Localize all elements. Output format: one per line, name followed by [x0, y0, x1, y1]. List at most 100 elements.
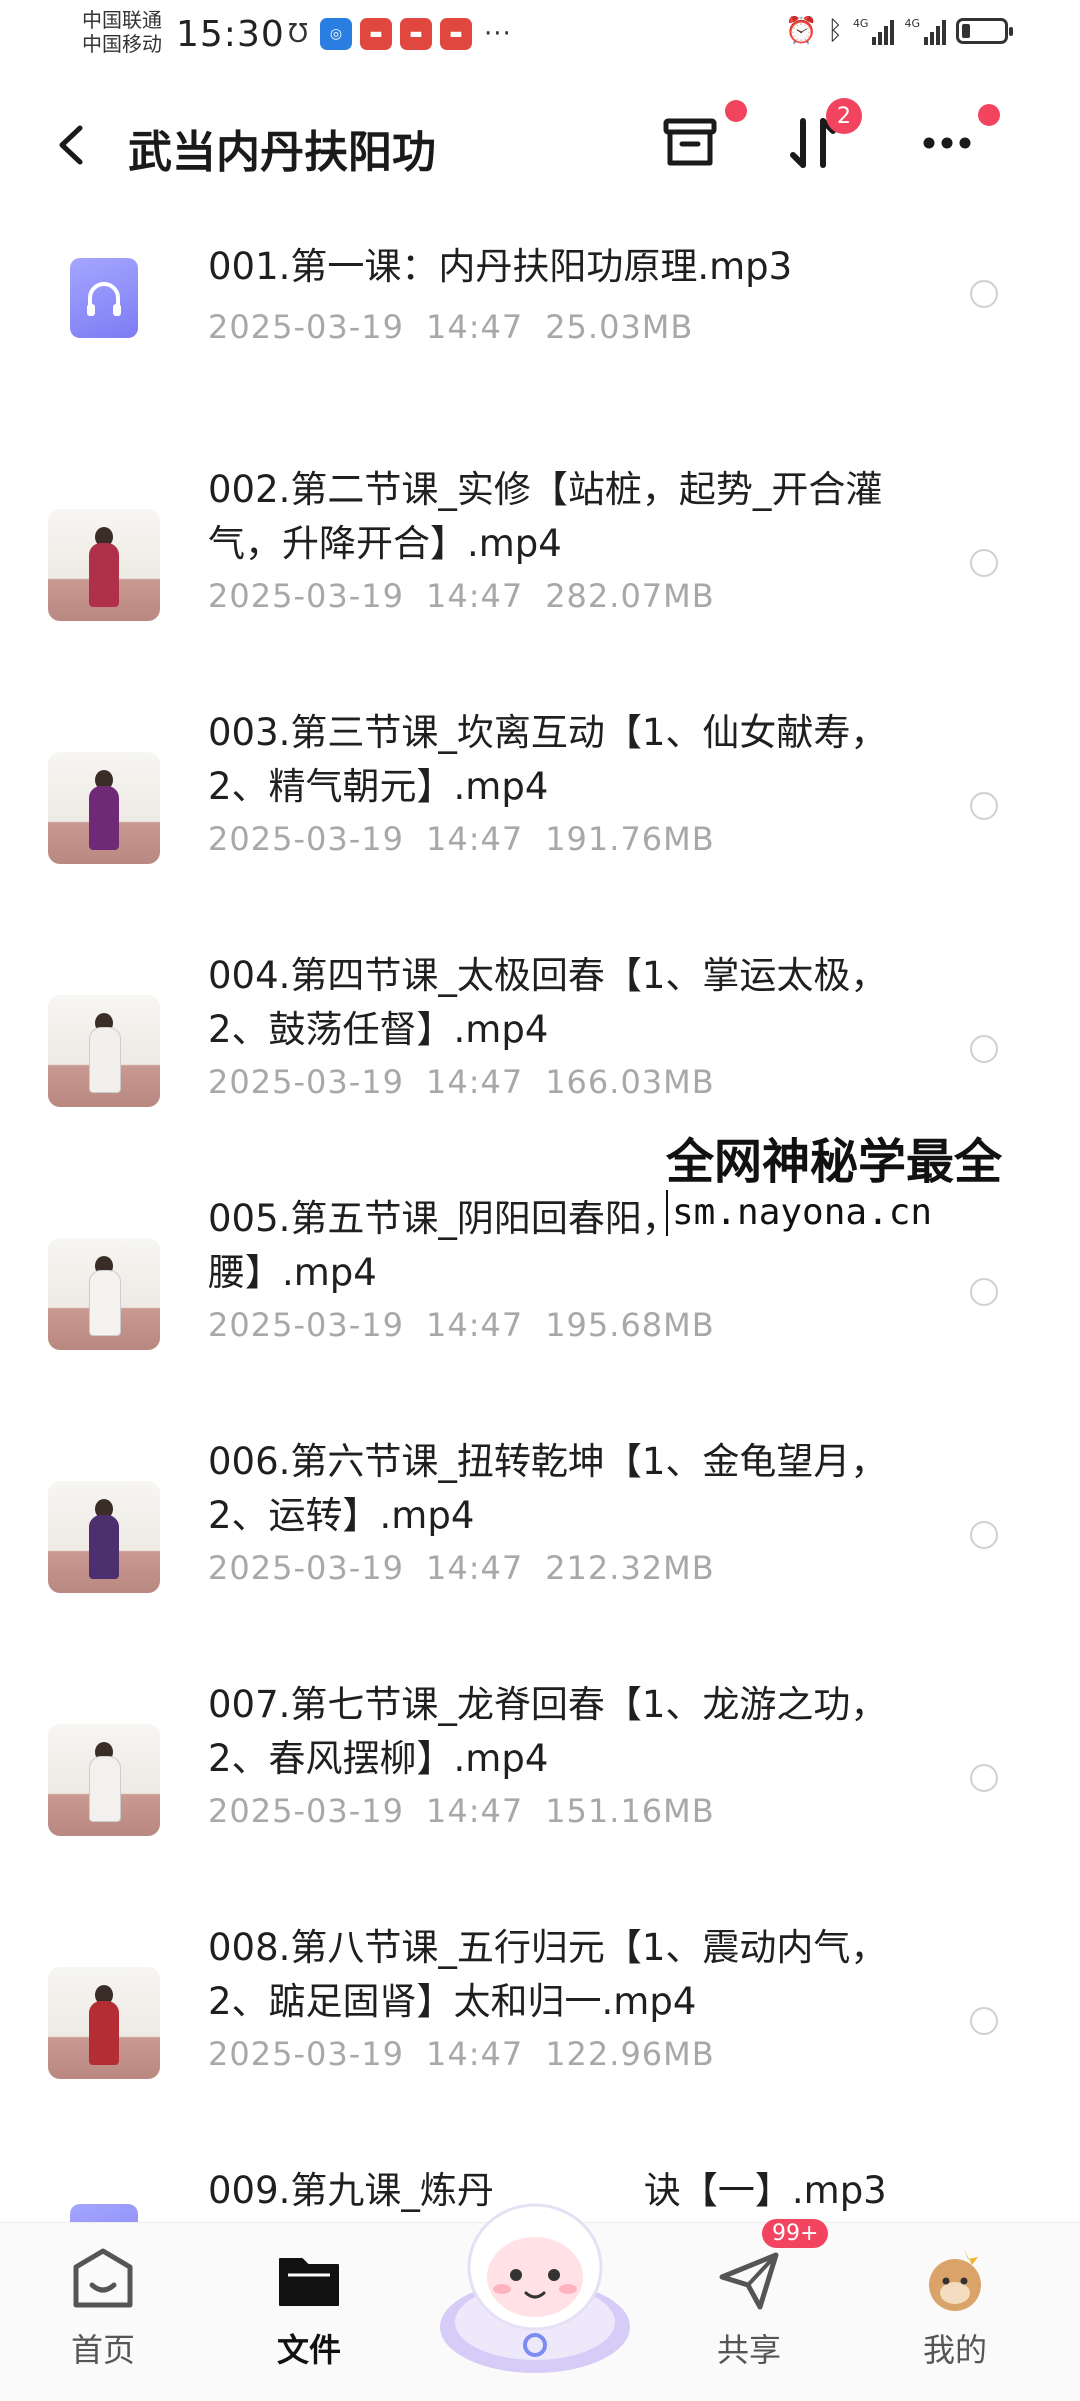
headphones-icon: [87, 282, 121, 316]
carrier-2: 中国移动: [82, 32, 162, 56]
watermark-overlay: 全网神秘学最全 sm.nayona.cn: [660, 1130, 1009, 1240]
avatar-icon: [920, 2245, 990, 2315]
file-name-end: 诀【一】.mp3: [643, 2169, 887, 2212]
home-icon: [68, 2245, 138, 2315]
select-radio[interactable]: [970, 1278, 998, 1306]
share-badge: 99+: [762, 2219, 829, 2248]
app-notification-icon: ▬: [440, 18, 472, 50]
file-row[interactable]: 002.第二节课_实修【站桩，起势_开合灌气，升降开合】.mp4 2025-03…: [0, 443, 1080, 686]
notification-dot: [725, 100, 747, 122]
file-meta: 2025-03-19 14:47 195.68MB: [208, 1306, 737, 1344]
file-size: 151.16MB: [545, 1792, 715, 1830]
assistant-mascot-button[interactable]: [430, 2177, 640, 2377]
file-meta: 2025-03-19 14:47 151.16MB: [208, 1792, 737, 1830]
file-meta: 2025-03-19 14:47 212.32MB: [208, 1549, 737, 1587]
mascot-icon: [440, 2203, 630, 2373]
file-row[interactable]: 001.第一课：内丹扶阳功原理.mp3 2025-03-19 14:47 25.03…: [0, 200, 1080, 443]
file-time: 14:47: [425, 1063, 524, 1101]
file-list: 001.第一课：内丹扶阳功原理.mp3 2025-03-19 14:47 25.03…: [0, 200, 1080, 2387]
file-meta: 2025-03-19 14:47 25.03MB: [208, 308, 715, 346]
file-size: 122.96MB: [545, 2035, 715, 2073]
nav-home[interactable]: 首页: [38, 2245, 168, 2371]
more-notifications-icon: ···: [484, 19, 512, 49]
notification-icons: Ʊ ◎ ▬ ▬ ▬ ···: [284, 18, 512, 50]
file-time: 14:47: [425, 820, 524, 858]
video-thumbnail: [48, 509, 160, 621]
file-size: 25.03MB: [545, 308, 694, 346]
file-row[interactable]: 007.第七节课_龙脊回春【1、龙游之功，2、春风摆柳】.mp4 2025-03…: [0, 1658, 1080, 1901]
file-date: 2025-03-19: [208, 308, 404, 346]
file-name: 002.第二节课_实修【站桩，起势_开合灌气，升降开合】.mp4: [208, 468, 883, 565]
file-name: 007.第七节课_龙脊回春【1、龙游之功，2、春风摆柳】.mp4: [208, 1683, 888, 1780]
file-meta: 2025-03-19 14:47 191.76MB: [208, 820, 737, 858]
video-thumbnail: [48, 1238, 160, 1350]
select-radio[interactable]: [970, 792, 998, 820]
chevron-left-icon: [59, 125, 83, 165]
file-row[interactable]: 008.第八节课_五行归元【1、震动内气，2、踮足固肾】太和归一.mp4 202…: [0, 1901, 1080, 2144]
file-size: 166.03MB: [545, 1063, 715, 1101]
notification-dot: [978, 104, 1000, 126]
file-time: 14:47: [425, 1306, 524, 1344]
back-button[interactable]: [52, 120, 92, 170]
file-name: 004.第四节课_太极回春【1、掌运太极，2、鼓荡任督】.mp4: [208, 954, 888, 1051]
file-date: 2025-03-19: [208, 820, 404, 858]
file-size: 195.68MB: [545, 1306, 715, 1344]
top-bar: 武当内丹扶阳功 2: [0, 90, 1080, 200]
nav-profile[interactable]: 我的: [890, 2245, 1020, 2371]
watermark-line-1: 全网神秘学最全: [666, 1134, 1003, 1190]
app-notification-icon: ▬: [400, 18, 432, 50]
file-name: 006.第六节课_扭转乾坤【1、金龟望月，2、运转】.mp4: [208, 1440, 888, 1537]
select-radio[interactable]: [970, 1521, 998, 1549]
more-button[interactable]: [912, 104, 1000, 178]
nav-label: 我的: [922, 2331, 987, 2369]
network-type: 4G: [904, 17, 920, 30]
select-radio[interactable]: [970, 280, 998, 308]
carrier-info: 中国联通 中国移动: [82, 8, 162, 56]
status-bar: 中国联通 中国移动 15:30 Ʊ ◎ ▬ ▬ ▬ ··· ⏰ ᛒ 4G 4G: [0, 0, 1080, 70]
system-indicators: ⏰ ᛒ 4G 4G: [785, 16, 1013, 46]
select-radio[interactable]: [970, 1035, 998, 1063]
file-time: 14:47: [425, 2035, 524, 2073]
status-time: 15:30: [176, 14, 285, 55]
file-date: 2025-03-19: [208, 1549, 404, 1587]
file-meta: 2025-03-19 14:47 282.07MB: [208, 577, 737, 615]
file-size: 212.32MB: [545, 1549, 715, 1587]
bottom-navigation: 首页 文件 99+ 共享 我的: [0, 2203, 1080, 2401]
select-radio[interactable]: [970, 1764, 998, 1792]
nav-label: 共享: [716, 2331, 781, 2369]
select-radio[interactable]: [970, 2007, 998, 2035]
file-row[interactable]: 003.第三节课_坎离互动【1、仙女献寿，2、精气朝元】.mp4 2025-03…: [0, 686, 1080, 929]
file-size: 191.76MB: [545, 820, 715, 858]
video-thumbnail: [48, 1967, 160, 2079]
file-date: 2025-03-19: [208, 1306, 404, 1344]
nav-files[interactable]: 文件: [244, 2245, 374, 2371]
network-type: 4G: [852, 17, 869, 30]
sort-badge: 2: [826, 98, 862, 134]
video-thumbnail: [48, 1481, 160, 1593]
file-time: 14:47: [425, 577, 524, 615]
file-time: 14:47: [425, 308, 524, 346]
nav-label: 首页: [70, 2331, 135, 2369]
file-row[interactable]: 006.第六节课_扭转乾坤【1、金龟望月，2、运转】.mp4 2025-03-1…: [0, 1415, 1080, 1658]
file-meta: 2025-03-19 14:47 166.03MB: [208, 1063, 737, 1101]
file-time: 14:47: [425, 1792, 524, 1830]
file-name: 001.第一课：内丹扶阳功原理.mp3: [208, 245, 793, 288]
file-size: 282.07MB: [545, 577, 715, 615]
app-notification-icon: ◎: [320, 18, 352, 50]
nav-share[interactable]: 99+ 共享: [684, 2219, 829, 2371]
folder-icon: [274, 2245, 344, 2315]
u-shield-icon: Ʊ: [288, 19, 308, 49]
file-date: 2025-03-19: [208, 577, 404, 615]
signal-icon: 4G: [904, 17, 946, 45]
video-thumbnail: [48, 995, 160, 1107]
archive-button[interactable]: [655, 100, 747, 178]
battery-icon: [956, 18, 1013, 44]
bluetooth-icon: ᛒ: [827, 16, 843, 46]
file-name: 003.第三节课_坎离互动【1、仙女献寿，2、精气朝元】.mp4: [208, 711, 888, 808]
page-title: 武当内丹扶阳功: [128, 127, 436, 178]
select-radio[interactable]: [970, 549, 998, 577]
sort-button[interactable]: 2: [778, 98, 862, 178]
send-icon: 99+: [714, 2219, 829, 2315]
signal-icon: 4G: [853, 17, 895, 45]
audio-file-icon: [70, 258, 138, 338]
